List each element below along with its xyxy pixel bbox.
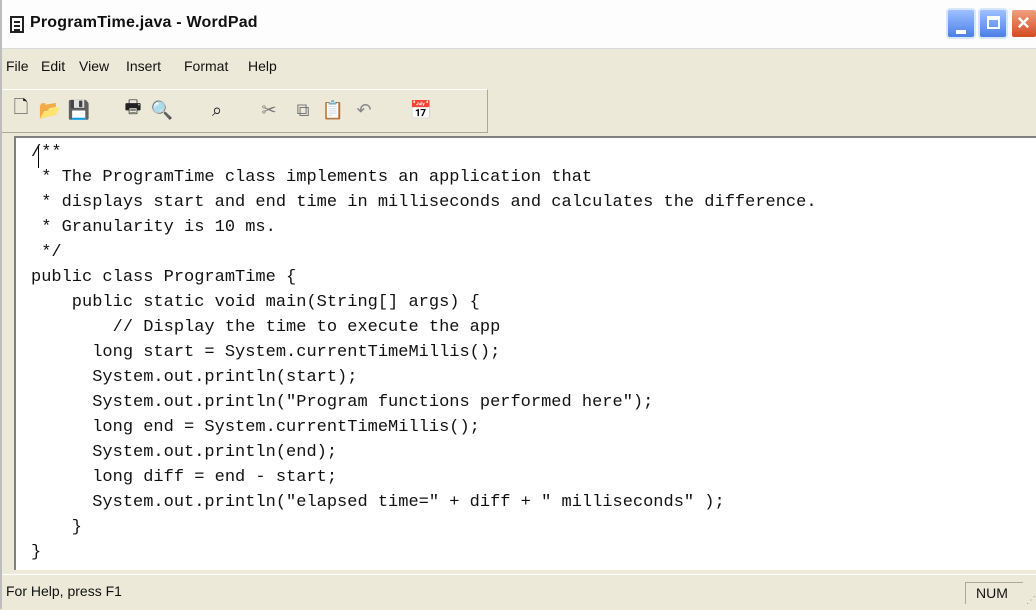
new-icon[interactable]: 🗋 — [8, 97, 34, 122]
maximize-button[interactable] — [978, 8, 1008, 39]
code-line: System.out.println("Program functions pe… — [31, 393, 654, 412]
title-bar[interactable]: ProgramTime.java - WordPad × — [2, 0, 1036, 49]
status-bar: For Help, press F1 NUM ⋰ — [2, 574, 1036, 610]
code-line: */ — [31, 243, 62, 262]
copy-icon[interactable]: ⧉ — [290, 98, 316, 122]
code-line: System.out.println("elapsed time=" + dif… — [31, 493, 725, 512]
code-line: * Granularity is 10 ms. — [31, 218, 276, 237]
menu-edit[interactable]: Edit — [41, 58, 65, 74]
minimize-button[interactable] — [946, 8, 976, 39]
menu-view[interactable]: View — [79, 58, 109, 74]
save-icon[interactable]: 💾 — [66, 98, 92, 122]
code-line: } — [31, 518, 83, 537]
code-line: * displays start and end time in millise… — [31, 193, 817, 212]
code-line: public static void main(String[] args) { — [31, 293, 480, 312]
print-preview-icon[interactable]: 🔍 — [149, 98, 175, 122]
toolbar: 🗋 📂 💾 🖶 🔍 ⌕ ✂ ⧉ 📋 ↶ 📅 — [2, 89, 488, 133]
window-title: ProgramTime.java - WordPad — [30, 14, 258, 31]
menu-format[interactable]: Format — [184, 58, 228, 74]
paste-icon[interactable]: 📋 — [320, 98, 346, 122]
code-line: } — [31, 543, 42, 562]
undo-icon[interactable]: ↶ — [351, 98, 377, 122]
find-icon[interactable]: ⌕ — [204, 98, 230, 122]
code-line: long diff = end - start; — [31, 468, 338, 487]
minimize-icon — [956, 30, 966, 34]
code-line: public class ProgramTime { — [31, 268, 297, 287]
num-lock-indicator: NUM — [965, 582, 1023, 604]
menu-help[interactable]: Help — [248, 58, 277, 74]
wordpad-icon[interactable] — [10, 16, 24, 33]
maximize-icon — [987, 16, 1000, 29]
close-icon: × — [1017, 10, 1030, 35]
document-editor[interactable]: /** * The ProgramTime class implements a… — [14, 136, 1036, 570]
menu-file[interactable]: File — [6, 58, 29, 74]
date-time-icon[interactable]: 📅 — [408, 98, 434, 122]
code-line: /** — [31, 143, 62, 162]
status-help-text: For Help, press F1 — [6, 583, 122, 599]
code-line: System.out.println(start); — [31, 368, 358, 387]
close-button[interactable]: × — [1010, 8, 1036, 39]
menu-bar: File Edit View Insert Format Help — [2, 51, 1036, 83]
menu-insert[interactable]: Insert — [126, 58, 161, 74]
code-line: // Display the time to execute the app — [31, 318, 501, 337]
code-line: * The ProgramTime class implements an ap… — [31, 168, 593, 187]
code-line: long start = System.currentTimeMillis(); — [31, 343, 501, 362]
print-icon[interactable]: 🖶 — [120, 97, 146, 122]
open-icon[interactable]: 📂 — [37, 98, 63, 122]
document-text[interactable]: /** * The ProgramTime class implements a… — [31, 140, 817, 565]
code-line: long end = System.currentTimeMillis(); — [31, 418, 480, 437]
resize-grip[interactable]: ⋰ — [1026, 595, 1036, 606]
code-line: System.out.println(end); — [31, 443, 338, 462]
cut-icon[interactable]: ✂ — [256, 98, 282, 122]
wordpad-window: ProgramTime.java - WordPad × File Edit V… — [0, 0, 1036, 610]
